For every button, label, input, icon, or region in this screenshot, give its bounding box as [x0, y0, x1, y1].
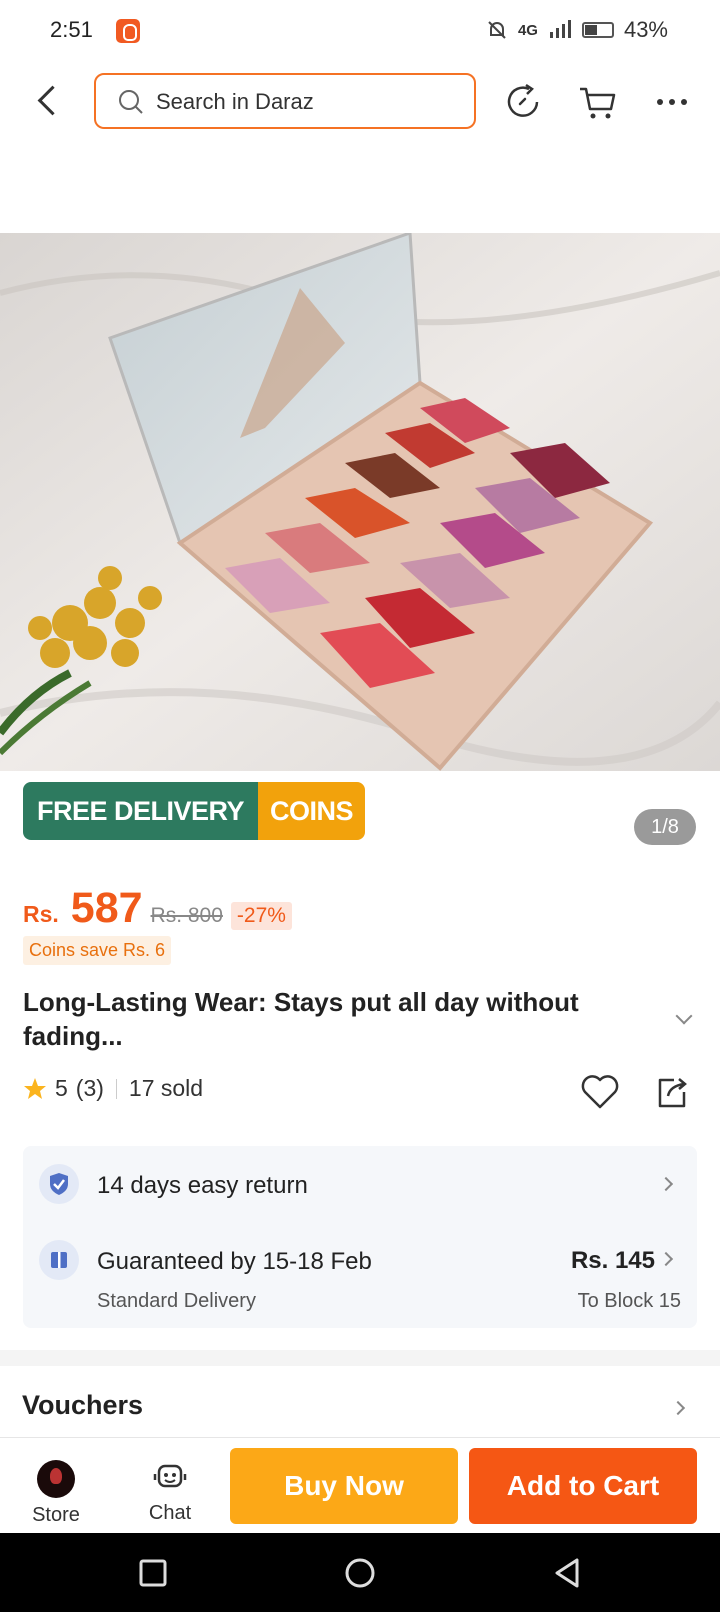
current-price: 587	[70, 884, 143, 932]
back-button[interactable]	[34, 80, 64, 120]
guarantee-text: Guaranteed by 15-18 Feb	[97, 1248, 372, 1275]
product-detail-page: 2:51 4G 43% Search in Daraz FREE DELIVER…	[0, 0, 720, 1612]
delivery-box-icon	[39, 1240, 79, 1280]
battery-percent: 43%	[623, 17, 668, 42]
rating-row[interactable]: 5 (3) 17 sold	[23, 1075, 203, 1102]
search-icon	[119, 90, 143, 114]
chat-icon	[153, 1464, 187, 1488]
network-type: 4G	[517, 21, 538, 39]
vouchers-chevron-icon[interactable]	[670, 1400, 686, 1416]
shipping-location: To Block 15	[577, 1290, 681, 1312]
image-counter: 1/8	[634, 809, 696, 845]
return-chevron-icon	[658, 1176, 674, 1192]
price-row: Rs. 587 Rs. 800 -27%	[23, 884, 292, 933]
shipping-type: Standard Delivery	[97, 1290, 256, 1312]
free-delivery-badge: FREE DELIVERY	[23, 782, 259, 840]
add-to-cart-button[interactable]: Add to Cart	[469, 1448, 697, 1524]
section-divider	[0, 1350, 720, 1366]
store-label: Store	[32, 1504, 80, 1526]
cart-icon[interactable]	[578, 82, 618, 122]
bottom-action-bar: Store Chat Buy Now Add to Cart	[0, 1437, 720, 1533]
signal-icon	[549, 20, 571, 38]
product-image[interactable]	[0, 233, 720, 771]
review-count: (3)	[75, 1075, 104, 1101]
mute-bell-icon	[488, 21, 506, 39]
system-nav-bar	[0, 1533, 720, 1612]
discount-badge: -27%	[230, 902, 292, 930]
wishlist-heart-icon[interactable]	[580, 1072, 620, 1110]
vouchers-heading[interactable]: Vouchers	[22, 1390, 143, 1421]
chat-label: Chat	[148, 1502, 192, 1524]
rating-value: 5	[55, 1075, 68, 1101]
history-icon[interactable]	[503, 82, 543, 122]
recent-apps-icon[interactable]	[135, 1555, 171, 1591]
shipping-fee: Rs. 145	[570, 1247, 655, 1274]
currency-label: Rs.	[23, 901, 59, 927]
chat-button[interactable]: Chat	[140, 1460, 200, 1525]
star-icon	[24, 1077, 46, 1099]
daraz-notification-icon	[116, 19, 140, 43]
original-price: Rs. 800	[150, 904, 223, 927]
search-placeholder: Search in Daraz	[156, 89, 314, 114]
battery-icon	[581, 22, 614, 38]
product-title[interactable]: Long-Lasting Wear: Stays put all day wit…	[23, 985, 643, 1053]
status-indicators: 4G 43%	[486, 17, 668, 43]
promo-badges: FREE DELIVERY COINS	[23, 782, 366, 840]
share-icon[interactable]	[654, 1074, 690, 1110]
buy-now-button[interactable]: Buy Now	[230, 1448, 458, 1524]
return-text: 14 days easy return	[97, 1172, 308, 1199]
delivery-info-card: 14 days easy return Guaranteed by 15-18 …	[23, 1146, 697, 1328]
coins-badge: COINS	[258, 782, 366, 840]
delivery-chevron-icon	[658, 1251, 674, 1267]
sold-count: 17 sold	[128, 1075, 204, 1101]
eyeshadow-palette-photo	[0, 233, 720, 771]
status-bar: 2:51 4G 43%	[0, 0, 720, 62]
divider	[115, 1078, 117, 1099]
shield-check-icon	[39, 1164, 79, 1204]
more-options-icon[interactable]	[652, 82, 692, 122]
top-header: Search in Daraz	[0, 62, 720, 144]
home-icon[interactable]	[342, 1555, 378, 1591]
expand-title-chevron-icon[interactable]	[675, 1007, 693, 1025]
coins-save-label: Coins save Rs. 6	[23, 936, 172, 965]
search-input[interactable]: Search in Daraz	[94, 73, 476, 129]
store-logo-icon	[37, 1460, 75, 1498]
status-time: 2:51	[50, 17, 93, 42]
back-nav-icon[interactable]	[550, 1555, 586, 1591]
store-button[interactable]: Store	[28, 1460, 84, 1527]
